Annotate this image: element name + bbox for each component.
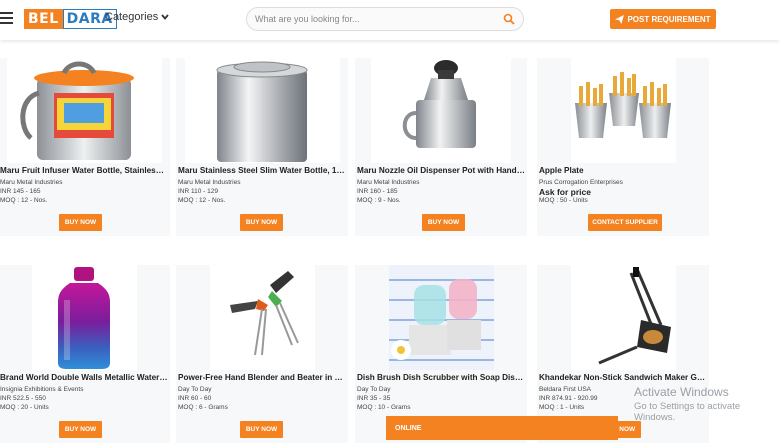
price-range: INR 160 - 185 (357, 188, 398, 195)
supplier-name[interactable]: Insignia Exhibitions & Events (0, 386, 83, 393)
product-title[interactable]: Maru Stainless Steel Slim Water Bottle, … (178, 166, 346, 175)
price-range: INR 145 - 165 (0, 188, 41, 195)
product-title[interactable]: Apple Plate (539, 166, 707, 175)
product-image[interactable] (176, 58, 348, 163)
contact-supplier-button[interactable]: CONTACT SUPPLIER (588, 214, 662, 231)
categories-dropdown[interactable]: Categories (105, 11, 169, 23)
product-image[interactable] (537, 265, 709, 370)
product-card[interactable]: Maru Fruit Infuser Water Bottle, Stainle… (0, 58, 170, 236)
product-image[interactable] (0, 58, 170, 163)
moq-text: MOQ : 1 - Units (539, 404, 585, 411)
online-label: ONLINE (395, 424, 422, 432)
moq-text: MOQ : 20 - Units (0, 404, 49, 411)
search-icon[interactable] (503, 13, 515, 25)
logo-left-text: BEL (24, 9, 63, 29)
dish-brush-image (388, 265, 494, 370)
metallic-bottle-image (57, 267, 110, 369)
supplier-name[interactable]: Day To Day (178, 386, 211, 393)
product-card[interactable]: Power-Free Hand Blender and Beater in Ki… (176, 265, 348, 443)
top-header: BELDARA Categories POST REQUIREMENT (0, 0, 780, 40)
moq-text: MOQ : 50 - Units (539, 197, 588, 204)
product-title[interactable]: Dish Brush Dish Scrubber with Soap Dispe… (357, 373, 525, 382)
categories-label: Categories (105, 11, 159, 23)
beldara-logo[interactable]: BEL DARA (24, 9, 117, 29)
search-box (246, 7, 524, 31)
buy-now-button[interactable]: BUY NOW (422, 214, 465, 231)
watermark-subtitle: Go to Settings to activate Windows. (634, 401, 741, 423)
product-title[interactable]: Khandekar Non-Stick Sandwich Maker Grill… (539, 373, 707, 382)
ask-for-price: Ask for price (539, 187, 591, 197)
buy-now-button[interactable]: BUY NOW (240, 421, 283, 438)
sandwich-maker-image (597, 267, 671, 365)
product-title[interactable]: Maru Fruit Infuser Water Bottle, Stainle… (0, 166, 168, 175)
infuser-bottle-image (20, 61, 134, 160)
supplier-name[interactable]: Maru Metal Industries (357, 179, 420, 186)
price-range: INR 110 - 129 (178, 188, 218, 195)
product-title[interactable]: Brand World Double Walls Metallic Water … (0, 373, 168, 382)
buy-now-button[interactable]: BUY NOW (240, 214, 283, 231)
windows-activation-watermark: Activate Windows Go to Settings to activ… (634, 385, 780, 423)
supplier-name[interactable]: Day To Day (357, 386, 390, 393)
moq-text: MOQ : 12 - Nos. (0, 197, 48, 204)
buy-now-button[interactable]: BUY NOW (59, 421, 102, 438)
moq-text: MOQ : 12 - Nos. (178, 197, 226, 204)
product-card[interactable]: Maru Nozzle Oil Dispenser Pot with Handl… (355, 58, 527, 236)
supplier-name[interactable]: Beldara First USA (539, 386, 591, 393)
moq-text: MOQ : 10 - Grams (357, 404, 411, 411)
paper-plane-icon (615, 14, 625, 24)
supplier-name[interactable]: Maru Metal Industries (0, 179, 63, 186)
product-card[interactable]: Brand World Double Walls Metallic Water … (0, 265, 170, 443)
oil-dispenser-image (402, 60, 476, 148)
price-range: INR 35 - 35 (357, 395, 391, 402)
price-range: INR 60 - 60 (178, 395, 212, 402)
post-requirement-label: POST REQUIREMENT (627, 14, 711, 24)
buy-now-button[interactable]: BUY NOW (59, 214, 102, 231)
menu-icon[interactable] (0, 12, 13, 24)
product-image[interactable] (355, 265, 527, 370)
supplier-name[interactable]: Prus Corrogation Enterprises (539, 179, 623, 186)
post-requirement-button[interactable]: POST REQUIREMENT (610, 9, 716, 29)
moq-text: MOQ : 6 - Grams (178, 404, 228, 411)
product-card[interactable]: Maru Stainless Steel Slim Water Bottle, … (176, 58, 348, 236)
product-card[interactable]: Apple Plate Prus Corrogation Enterprises… (537, 58, 709, 236)
moq-text: MOQ : 9 - Nos. (357, 197, 401, 204)
product-image[interactable] (176, 265, 348, 370)
product-image[interactable] (537, 58, 709, 163)
watermark-title: Activate Windows (634, 385, 729, 399)
search-input[interactable] (247, 14, 492, 24)
chevron-down-icon (161, 14, 169, 20)
hand-blender-image (229, 271, 299, 356)
product-title[interactable]: Power-Free Hand Blender and Beater in Ki… (178, 373, 346, 382)
product-image[interactable] (0, 265, 170, 370)
steel-bottle-image (216, 61, 308, 162)
product-title[interactable]: Maru Nozzle Oil Dispenser Pot with Handl… (357, 166, 525, 175)
price-range: INR 522.5 - 550 (0, 395, 46, 402)
online-chat-bar[interactable]: ONLINE (386, 416, 618, 440)
apple-plate-image (574, 72, 671, 138)
supplier-name[interactable]: Maru Metal Industries (178, 179, 241, 186)
product-image[interactable] (355, 58, 527, 163)
price-range: INR 874.91 - 920.99 (539, 395, 598, 402)
